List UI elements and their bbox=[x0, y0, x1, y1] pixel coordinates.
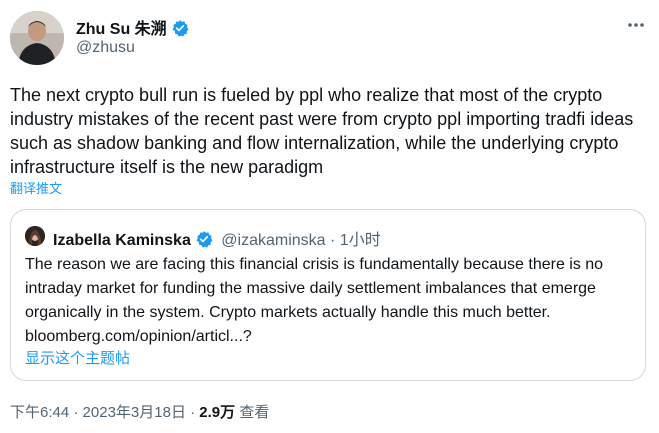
views-count[interactable]: 2.9万 bbox=[199, 404, 235, 421]
author-display-name[interactable]: Zhu Su 朱溯 bbox=[76, 15, 189, 42]
author-name-text[interactable]: Zhu Su 朱溯 bbox=[76, 21, 167, 38]
quoted-tweet-time[interactable]: 1小时 bbox=[340, 232, 381, 249]
quoted-tweet-text: The reason we are facing this financial … bbox=[25, 256, 604, 345]
author-avatar[interactable] bbox=[10, 11, 64, 65]
show-thread-link[interactable]: 显示这个主题帖 bbox=[25, 347, 130, 368]
tweet-date[interactable]: 2023年3月18日 bbox=[83, 404, 186, 421]
quoted-author-name[interactable]: Izabella Kaminska bbox=[53, 232, 191, 249]
quoted-author-avatar[interactable] bbox=[25, 226, 45, 246]
translate-tweet-link[interactable]: 翻译推文 bbox=[10, 178, 62, 197]
quoted-author-handle[interactable]: @izakaminska bbox=[221, 232, 325, 249]
tweet-text: The next crypto bull run is fueled by pp… bbox=[10, 85, 634, 177]
tweet-time[interactable]: 下午6:44 bbox=[10, 404, 69, 421]
footer-separator: · bbox=[69, 404, 83, 421]
footer-separator: · bbox=[185, 404, 200, 421]
verified-badge-icon bbox=[171, 19, 189, 42]
author-handle[interactable]: @zhusu bbox=[76, 39, 135, 57]
quoted-tweet-header: Izabella Kaminska @izakaminska · 1小时 bbox=[53, 226, 381, 253]
quoted-tweet-card[interactable]: Izabella Kaminska @izakaminska · 1小时 The… bbox=[10, 209, 646, 381]
verified-badge-icon bbox=[195, 230, 213, 253]
tweet-footer: 下午6:44 · 2023年3月18日 · 2.9万 查看 bbox=[10, 401, 269, 422]
quoted-meta-separator: · bbox=[325, 232, 340, 249]
more-options-icon[interactable] bbox=[624, 13, 648, 37]
views-label[interactable]: 查看 bbox=[239, 404, 269, 421]
